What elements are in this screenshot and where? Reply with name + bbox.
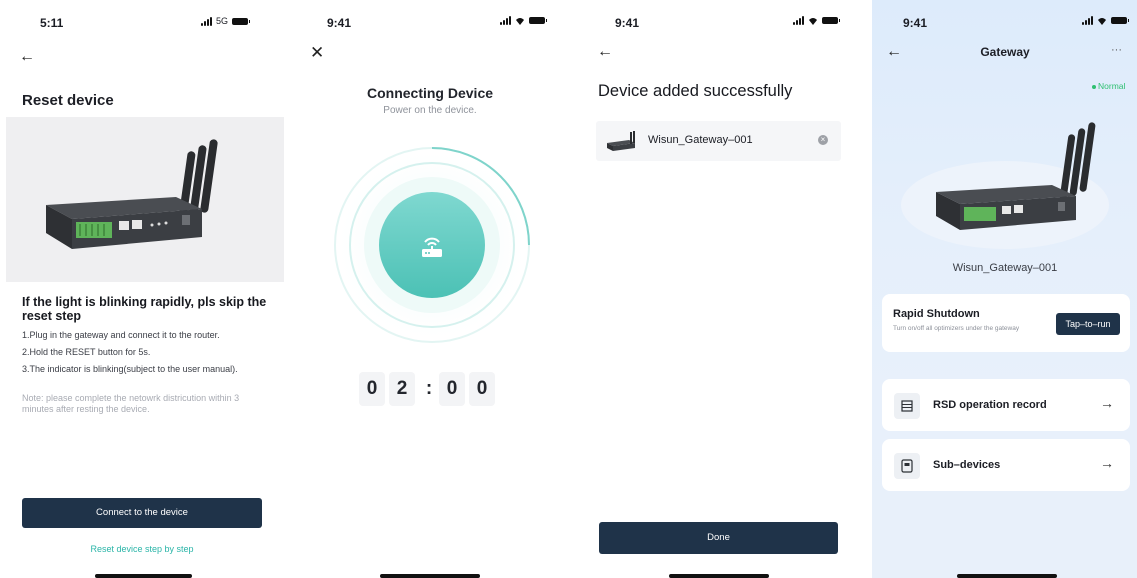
status-time: 5:11 <box>40 16 64 30</box>
stage: 5:11 5G ← Reset device If the light is b… <box>0 0 1137 578</box>
connect-device-button[interactable]: Connect to the device <box>22 498 262 528</box>
device-image-panel <box>6 117 284 282</box>
gateway-device-image <box>901 122 1109 249</box>
arrow-right-icon: → <box>1100 455 1114 471</box>
home-indicator <box>957 574 1057 578</box>
menu-label: Sub–devices <box>933 459 1001 471</box>
success-title: Device added successfully <box>598 82 793 100</box>
home-indicator <box>380 574 480 578</box>
menu-label: RSD operation record <box>933 399 1047 411</box>
rapid-shutdown-description: Turn on/off all optimizers under the gat… <box>893 325 1020 332</box>
close-icon[interactable]: ✕ <box>310 43 324 63</box>
battery-icon <box>529 17 547 24</box>
arrow-right-icon: → <box>1100 395 1114 411</box>
timer-digit: 0 <box>439 372 465 406</box>
timer-digit: 0 <box>469 372 495 406</box>
timer-digit: 0 <box>359 372 385 406</box>
devices-icon <box>894 453 920 479</box>
gateway-thumbnail <box>607 131 635 151</box>
wifi-icon <box>1098 17 1106 25</box>
success-screen: 9:41 ← Device added successfully Wisun_G… <box>585 0 854 578</box>
wifi-icon <box>516 17 524 25</box>
gateway-screen: 9:41 ← Gateway ··· Normal Wisun_Gateway–… <box>872 0 1137 578</box>
step-2: 2.Hold the RESET button for 5s. <box>22 347 151 357</box>
back-arrow-icon[interactable]: ← <box>597 43 613 61</box>
battery-icon <box>1111 17 1129 24</box>
back-arrow-icon[interactable]: ← <box>19 48 35 66</box>
signal-icon <box>793 16 804 25</box>
tap-to-run-button[interactable]: Tap–to–run <box>1056 313 1120 335</box>
battery-icon <box>822 17 840 24</box>
status-badge: Normal <box>1092 81 1125 91</box>
more-icon[interactable]: ··· <box>1111 44 1122 56</box>
status-icons: 5G <box>201 16 251 26</box>
home-indicator <box>95 574 192 578</box>
device-list-item[interactable]: Wisun_Gateway–001 × <box>596 121 841 161</box>
rapid-shutdown-card: Rapid Shutdown Turn on/off all optimizer… <box>882 294 1130 352</box>
timer-separator: : <box>425 378 433 399</box>
signal-icon <box>201 16 212 26</box>
done-button[interactable]: Done <box>599 522 838 554</box>
signal-icon <box>1082 16 1093 25</box>
page-title: Reset device <box>22 92 114 109</box>
gateway-device-image <box>46 139 218 249</box>
status-time: 9:41 <box>327 16 352 30</box>
rapid-shutdown-title: Rapid Shutdown <box>893 308 980 320</box>
connecting-title: Connecting Device <box>366 85 494 101</box>
gateway-device-name: Wisun_Gateway–001 <box>952 262 1058 274</box>
wifi-icon <box>809 17 817 25</box>
battery-icon <box>232 17 251 25</box>
status-icons <box>1082 16 1129 25</box>
note-text: Note: please complete the netowrk distri… <box>22 393 240 414</box>
status-icons <box>793 16 840 25</box>
clear-icon[interactable]: × <box>818 135 828 145</box>
reset-step-link[interactable]: Reset device step by step <box>22 544 262 554</box>
timer-digit: 2 <box>389 372 415 406</box>
menu-item-rsd-record[interactable]: RSD operation record → <box>882 379 1130 431</box>
connecting-subtitle: Power on the device. <box>383 105 477 116</box>
router-icon <box>422 237 442 257</box>
step-1: 1.Plug in the gateway and connect it to … <box>22 330 220 340</box>
home-indicator <box>669 574 769 578</box>
menu-item-sub-devices[interactable]: Sub–devices → <box>882 439 1130 491</box>
status-time: 9:41 <box>615 16 640 30</box>
signal-icon <box>500 16 511 25</box>
status-time: 9:41 <box>903 16 928 30</box>
step-heading: If the light is blinking rapidly, pls sk… <box>22 295 267 323</box>
step-3: 3.The indicator is blinking(subject to t… <box>22 364 238 374</box>
device-name: Wisun_Gateway–001 <box>648 134 753 146</box>
reset-device-screen: 5:11 5G ← Reset device If the light is b… <box>6 0 284 578</box>
gateway-title: Gateway <box>980 45 1030 59</box>
list-icon <box>894 393 920 419</box>
status-icons <box>500 16 547 25</box>
connecting-screen: 9:41 ✕ Connecting Device Power on the de… <box>297 0 563 578</box>
network-label: 5G <box>216 16 229 26</box>
